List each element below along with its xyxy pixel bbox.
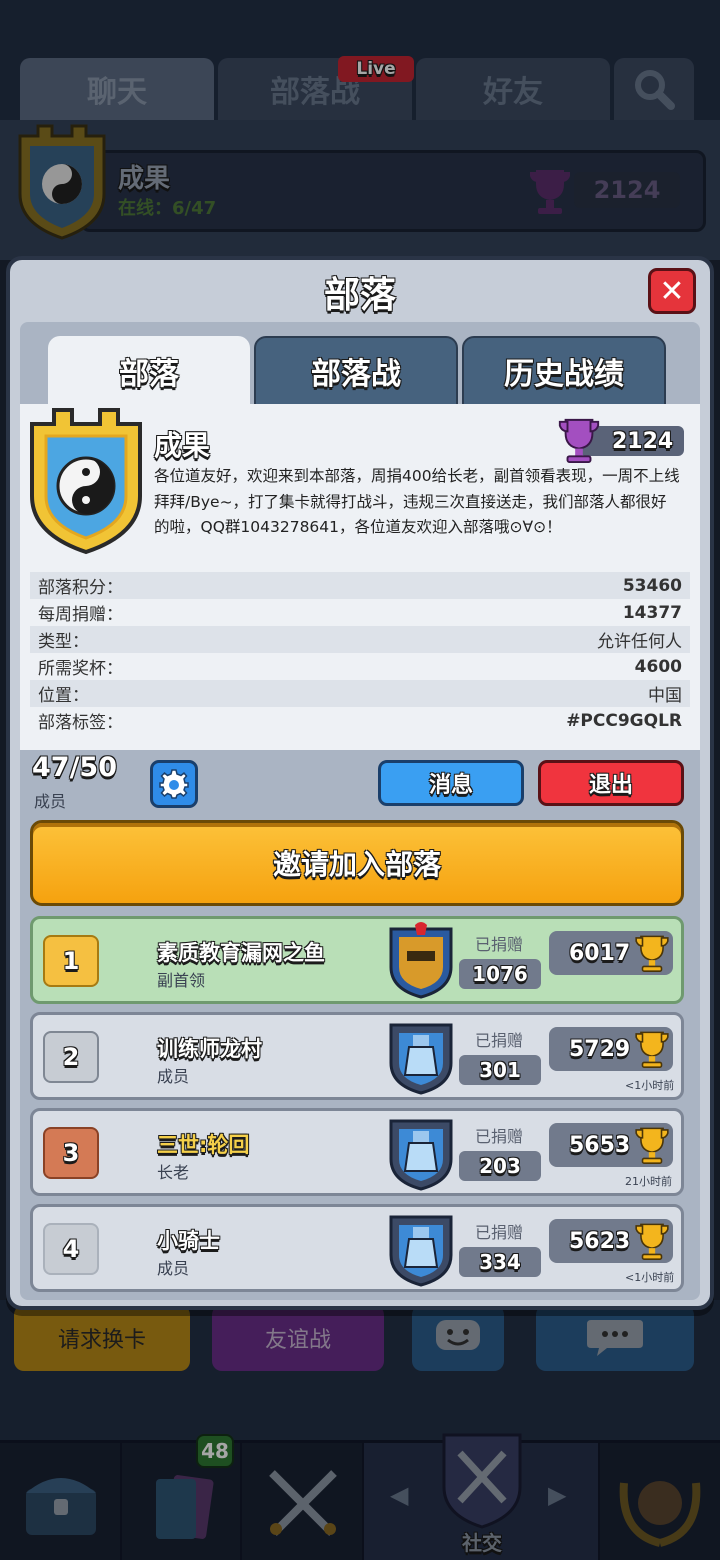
stat-label: 部落积分： xyxy=(38,578,123,598)
member-name: 训练师龙村 xyxy=(157,1037,262,1061)
leave-button[interactable]: 退出 xyxy=(538,760,684,806)
donated-count: 334 xyxy=(459,1247,541,1277)
rank-badge: 4 xyxy=(43,1223,99,1275)
member-role: 成员 xyxy=(157,1067,190,1086)
clan-name: 成果 xyxy=(154,429,211,462)
gear-icon xyxy=(159,769,189,799)
last-seen: <1小时前 xyxy=(625,1271,675,1284)
elixir-badge-icon xyxy=(389,1215,453,1287)
rank-badge: 3 xyxy=(43,1127,99,1179)
donated-count: 203 xyxy=(459,1151,541,1181)
stat-label: 每周捐赠： xyxy=(38,605,123,625)
trophy-icon xyxy=(635,1223,669,1260)
stat-value: 允许任何人 xyxy=(597,632,682,652)
member-role: 副首领 xyxy=(157,971,206,990)
member-name: 素质教育漏网之鱼 xyxy=(157,941,325,965)
member-row[interactable]: 4 小骑士 成员 已捐赠 334 5623 <1小时前 xyxy=(30,1204,684,1292)
close-icon: ✕ xyxy=(659,273,685,309)
stat-label: 类型： xyxy=(38,632,89,652)
tab-clan-war-sub[interactable]: 部落战 xyxy=(254,336,458,406)
stat-location: 位置： 中国 xyxy=(30,680,690,707)
stat-clan-score: 部落积分： 53460 xyxy=(30,572,690,599)
message-button[interactable]: 消息 xyxy=(378,760,524,806)
member-role: 长老 xyxy=(157,1163,190,1182)
clan-stats: 部落积分： 53460 每周捐赠： 14377 类型： 允许任何人 所需奖杯： 4600… xyxy=(30,572,690,734)
member-count-label: 成员 xyxy=(34,792,67,811)
trophy-icon xyxy=(635,1127,669,1164)
tab-clan-info[interactable]: 部落 xyxy=(48,336,250,406)
last-seen: <1小时前 xyxy=(625,1079,675,1092)
stat-clan-tag: 部落标签： #PCC9GQLR xyxy=(30,707,690,734)
member-name: 小骑士 xyxy=(157,1229,220,1253)
tab-war-history[interactable]: 历史战绩 xyxy=(462,336,666,406)
elixir-badge-icon xyxy=(389,1119,453,1191)
arena-helmet-badge-icon xyxy=(389,922,453,999)
trophy-icon xyxy=(635,1031,669,1068)
rank-badge: 1 xyxy=(43,935,99,987)
close-button[interactable]: ✕ xyxy=(648,268,696,314)
trophy-icon xyxy=(635,935,669,972)
clan-description: 各位道友好，欢迎来到本部落，周捐400给长老，副首领看表现，一周不上线拜拜/By… xyxy=(154,467,680,536)
donated-label: 已捐赠 xyxy=(475,1031,524,1050)
stat-weekly-donations: 每周捐赠： 14377 xyxy=(30,599,690,626)
donated-label: 已捐赠 xyxy=(475,935,524,954)
invite-button[interactable]: 邀请加入部落 xyxy=(30,820,684,906)
member-role: 成员 xyxy=(157,1259,190,1278)
clan-settings-button[interactable] xyxy=(150,760,198,808)
stat-label: 部落标签： xyxy=(38,713,123,733)
stat-value: 53460 xyxy=(622,575,682,596)
elixir-badge-icon xyxy=(389,1023,453,1095)
member-row[interactable]: 2 训练师龙村 成员 已捐赠 301 5729 <1小时前 xyxy=(30,1012,684,1100)
member-row[interactable]: 3 三世:轮回 长老 已捐赠 203 5653 21小时前 xyxy=(30,1108,684,1196)
modal-title: 部落 xyxy=(323,275,396,316)
stat-label: 位置： xyxy=(38,686,89,706)
member-name: 三世:轮回 xyxy=(157,1133,250,1157)
trophy-icon xyxy=(558,418,600,463)
member-count: 47/50 xyxy=(32,752,118,783)
stat-value: 14377 xyxy=(622,602,682,623)
donated-count: 1076 xyxy=(459,959,541,989)
clan-badge-icon xyxy=(30,408,142,555)
donated-label: 已捐赠 xyxy=(475,1223,524,1242)
stat-value: 中国 xyxy=(648,686,682,706)
donated-label: 已捐赠 xyxy=(475,1127,524,1146)
stat-type: 类型： 允许任何人 xyxy=(30,626,690,653)
last-seen: 21小时前 xyxy=(625,1175,672,1188)
donated-count: 301 xyxy=(459,1055,541,1085)
rank-badge: 2 xyxy=(43,1031,99,1083)
stat-value: 4600 xyxy=(634,656,682,677)
stat-label: 所需奖杯： xyxy=(38,659,123,679)
member-row[interactable]: 1 素质教育漏网之鱼 副首领 已捐赠 1076 6017 xyxy=(30,916,684,1004)
stat-required-trophies: 所需奖杯： 4600 xyxy=(30,653,690,680)
stat-value: #PCC9GQLR xyxy=(566,710,682,731)
